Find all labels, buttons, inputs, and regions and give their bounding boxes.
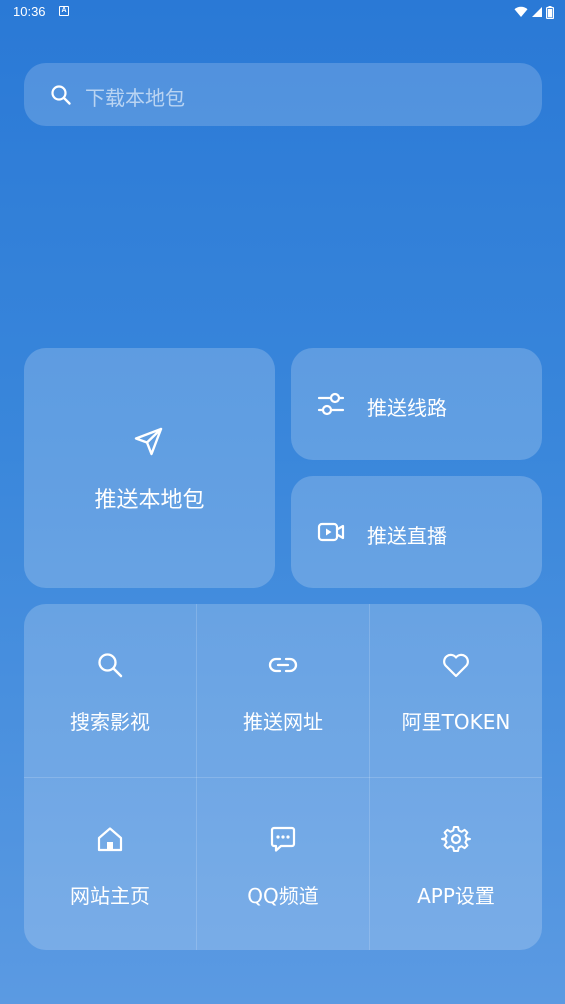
chat-icon [268, 824, 298, 854]
qq-channel-label: QQ频道 [247, 884, 319, 908]
home-icon [95, 824, 125, 854]
qq-channel-button[interactable]: QQ频道 [197, 778, 369, 950]
search-videos-button[interactable]: 搜索影视 [24, 604, 196, 777]
status-time: 10:36 [13, 4, 46, 19]
ali-token-button[interactable]: 阿里TOKEN [370, 604, 542, 777]
push-route-label: 推送线路 [367, 396, 447, 420]
app-settings-label: APP设置 [417, 884, 495, 908]
push-route-button[interactable]: 推送线路 [291, 348, 542, 460]
search-videos-label: 搜索影视 [70, 710, 150, 734]
push-local-package-label: 推送本地包 [94, 488, 205, 513]
video-icon [317, 518, 345, 546]
push-url-label: 推送网址 [243, 710, 323, 734]
push-live-button[interactable]: 推送直播 [291, 476, 542, 588]
website-home-label: 网站主页 [70, 884, 150, 908]
search-input[interactable]: 下载本地包 [24, 63, 542, 126]
wifi-icon [514, 6, 528, 18]
status-icons [514, 5, 554, 19]
search-icon [95, 650, 125, 680]
function-grid: 搜索影视 推送网址 阿里TOKEN 网站主页 QQ频道 APP设置 [24, 604, 542, 950]
signal-icon [532, 7, 542, 17]
push-live-label: 推送直播 [367, 524, 447, 548]
status-bar: 10:36 A [0, 0, 565, 24]
search-placeholder: 下载本地包 [85, 86, 185, 110]
ali-token-label: 阿里TOKEN [401, 710, 511, 734]
gear-icon [441, 824, 471, 854]
app-settings-button[interactable]: APP设置 [370, 778, 542, 950]
notification-icon: A [59, 6, 69, 16]
sliders-icon [317, 390, 345, 418]
push-url-button[interactable]: 推送网址 [197, 604, 369, 777]
link-icon [268, 650, 298, 680]
search-icon [50, 84, 72, 106]
push-local-package-button[interactable]: 推送本地包 [24, 348, 275, 588]
battery-icon [546, 5, 554, 19]
heart-icon [441, 650, 471, 680]
send-icon [132, 424, 166, 458]
website-home-button[interactable]: 网站主页 [24, 778, 196, 950]
